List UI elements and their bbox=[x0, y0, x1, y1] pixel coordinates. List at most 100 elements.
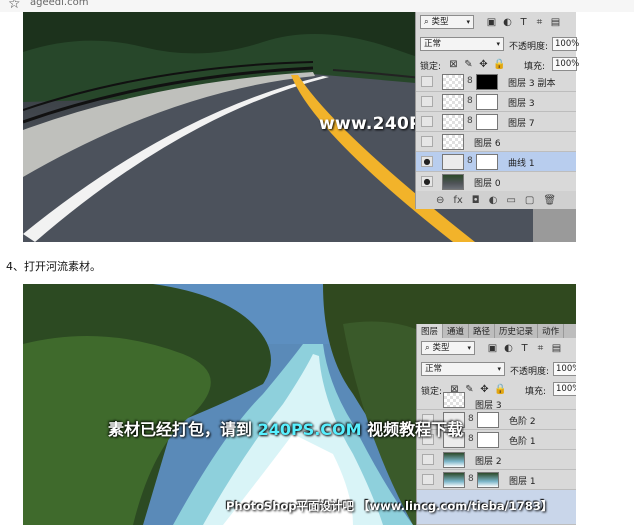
eye-icon[interactable]: ● bbox=[421, 156, 433, 167]
visibility-toggle[interactable] bbox=[421, 76, 433, 87]
river-screenshot: 图层 通道 路径 历史记录 动作 ⌕ 类型 ▾ ▣ ◐ T ⌗ ▤ 正常 ▾ 不… bbox=[23, 284, 576, 525]
caption-highlight: 240PS.COM bbox=[257, 420, 362, 439]
tab-actions[interactable]: 动作 bbox=[538, 324, 565, 338]
image-filter-icon[interactable]: ▣ bbox=[486, 17, 497, 28]
kind-filter-select[interactable]: ⌕ 类型 ▾ bbox=[420, 15, 474, 29]
layer-thumbnail bbox=[443, 472, 465, 488]
layer-name: 图层 7 bbox=[508, 119, 535, 129]
lock-all-icon[interactable]: 🔒 bbox=[493, 59, 505, 70]
lock-label: 锁定: bbox=[420, 62, 442, 72]
download-caption: 素材已经打包，请到 240PS.COM 视频教程下载 bbox=[108, 416, 463, 440]
adjustment-filter-icon[interactable]: ◐ bbox=[503, 343, 514, 354]
panel-bottom-toolbar: ⊖ fx ◘ ◐ ▭ ▢ 🗑 bbox=[416, 191, 576, 209]
mask-thumbnail bbox=[477, 432, 499, 448]
blend-mode-value: 正常 bbox=[424, 39, 442, 49]
layer-row[interactable]: 图层 3 bbox=[417, 392, 576, 411]
caption-after: 视频教程下载 bbox=[361, 420, 464, 439]
smart-object-filter-icon[interactable]: ▤ bbox=[551, 343, 562, 354]
adjustment-icon[interactable]: ◐ bbox=[489, 195, 498, 206]
tab-history[interactable]: 历史记录 bbox=[495, 324, 539, 338]
visibility-toggle[interactable] bbox=[421, 96, 433, 107]
opacity-input[interactable]: 100% bbox=[553, 362, 576, 376]
layer-name: 图层 0 bbox=[474, 179, 501, 189]
eye-icon[interactable]: ● bbox=[421, 176, 433, 187]
layer-name: 图层 2 bbox=[475, 457, 502, 467]
mask-thumbnail bbox=[476, 114, 498, 130]
lock-move-icon[interactable]: ✥ bbox=[478, 59, 489, 70]
step-text: 4、打开河流素材。 bbox=[6, 260, 101, 273]
text-filter-icon[interactable]: T bbox=[518, 17, 529, 28]
curves-adjustment-icon bbox=[442, 154, 464, 170]
lock-icons: ⊠ ✎ ✥ 🔒 bbox=[448, 59, 505, 70]
lock-paint-icon[interactable]: ✎ bbox=[464, 384, 475, 395]
layer-row-active[interactable]: ● 8 曲线 1 bbox=[416, 152, 576, 172]
layer-name: 图层 1 bbox=[509, 477, 536, 487]
tab-channels[interactable]: 通道 bbox=[443, 324, 470, 338]
layer-thumbnail bbox=[443, 452, 465, 468]
visibility-toggle[interactable] bbox=[421, 116, 433, 127]
mask-thumbnail bbox=[476, 154, 498, 170]
layer-thumbnail bbox=[442, 174, 464, 190]
fx-icon[interactable]: fx bbox=[453, 195, 462, 206]
opacity-input[interactable]: 100% bbox=[552, 37, 579, 51]
layer-thumbnail bbox=[443, 392, 465, 408]
site-url-text: ageedi.com bbox=[30, 0, 89, 8]
visibility-toggle[interactable] bbox=[422, 454, 434, 465]
layer-row[interactable]: 8 图层 1 bbox=[417, 470, 576, 490]
layer-thumbnail bbox=[442, 134, 464, 150]
layer-row[interactable]: 8 图层 3 副本 bbox=[416, 72, 576, 92]
blend-mode-select[interactable]: 正常 ▾ bbox=[420, 37, 504, 51]
layer-name: 图层 3 bbox=[508, 99, 535, 109]
layer-thumbnail bbox=[442, 114, 464, 130]
visibility-toggle[interactable] bbox=[421, 136, 433, 147]
lock-transparent-icon[interactable]: ⊠ bbox=[448, 59, 459, 70]
layer-name: 曲线 1 bbox=[508, 159, 535, 169]
mask-thumbnail bbox=[477, 472, 499, 488]
lock-paint-icon[interactable]: ✎ bbox=[463, 59, 474, 70]
fill-input[interactable]: 100% bbox=[553, 382, 576, 396]
tutorial-page: ☆ ageedi.com www.240PS.com ⌕ 类型 ▾ ▣ ◐ T … bbox=[0, 0, 634, 525]
tab-paths[interactable]: 路径 bbox=[469, 324, 496, 338]
star-icon[interactable]: ☆ bbox=[8, 0, 21, 12]
shape-filter-icon[interactable]: ⌗ bbox=[535, 343, 546, 354]
link-icon: 8 bbox=[467, 76, 473, 86]
chevron-down-icon: ▾ bbox=[496, 40, 500, 48]
layer-row[interactable]: 8 图层 3 bbox=[416, 92, 576, 112]
mask-thumbnail bbox=[477, 412, 499, 428]
new-layer-icon[interactable]: ▢ bbox=[525, 195, 534, 206]
visibility-toggle[interactable] bbox=[422, 474, 434, 485]
trash-icon[interactable]: 🗑 bbox=[543, 195, 556, 206]
lock-label: 锁定: bbox=[421, 387, 443, 397]
fill-input[interactable]: 100% bbox=[552, 57, 579, 71]
link-layers-icon[interactable]: ⊖ bbox=[436, 195, 444, 206]
layer-row[interactable]: ● 图层 0 bbox=[416, 172, 576, 192]
layer-row[interactable]: 图层 6 bbox=[416, 132, 576, 152]
mask-thumbnail bbox=[476, 74, 498, 90]
kind-filter-label: 类型 bbox=[431, 17, 449, 27]
link-icon: 8 bbox=[467, 156, 473, 166]
layer-name: 色阶 1 bbox=[509, 437, 536, 447]
layer-row[interactable]: 8 图层 7 bbox=[416, 112, 576, 132]
lock-all-icon[interactable]: 🔒 bbox=[494, 384, 506, 395]
lock-move-icon[interactable]: ✥ bbox=[479, 384, 490, 395]
layers-panel-1: ⌕ 类型 ▾ ▣ ◐ T ⌗ ▤ 正常 ▾ 不透明度: 100% 锁定: ⊠ ✎… bbox=[415, 12, 579, 209]
add-mask-icon[interactable]: ◘ bbox=[472, 195, 480, 206]
adjustment-filter-icon[interactable]: ◐ bbox=[502, 17, 513, 28]
blend-mode-select[interactable]: 正常 ▾ bbox=[421, 362, 505, 376]
panel-tabs: 图层 通道 路径 历史记录 动作 bbox=[417, 324, 576, 338]
kind-filter-label: 类型 bbox=[432, 343, 450, 353]
layer-row[interactable]: 图层 2 bbox=[417, 450, 576, 470]
folder-icon[interactable]: ▭ bbox=[506, 195, 515, 206]
layer-name: 色阶 2 bbox=[509, 417, 536, 427]
filter-icons: ▣ ◐ T ⌗ ▤ bbox=[486, 17, 561, 28]
smart-object-filter-icon[interactable]: ▤ bbox=[550, 17, 561, 28]
image-filter-icon[interactable]: ▣ bbox=[487, 343, 498, 354]
caption-before: 素材已经打包，请到 bbox=[108, 420, 258, 439]
tab-layers[interactable]: 图层 bbox=[417, 324, 444, 338]
chevron-down-icon: ▾ bbox=[467, 344, 471, 352]
kind-filter-select[interactable]: ⌕ 类型 ▾ bbox=[421, 341, 475, 355]
search-icon: ⌕ bbox=[425, 343, 430, 353]
browser-top-bar: ☆ ageedi.com bbox=[0, 0, 634, 12]
text-filter-icon[interactable]: T bbox=[519, 343, 530, 354]
shape-filter-icon[interactable]: ⌗ bbox=[534, 17, 545, 28]
